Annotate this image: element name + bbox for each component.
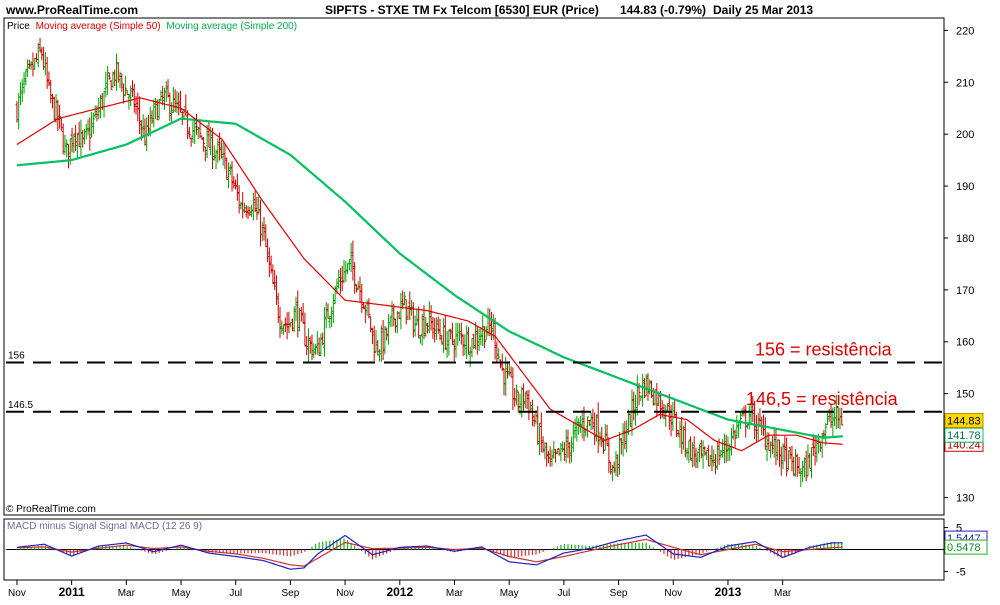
y-tick-label: 160 [956,337,974,349]
y-tick-label: 180 [956,233,974,245]
resistance-line-label: 146.5 [8,400,33,411]
y-tick-label: 150 [956,389,974,401]
last-price-change: 144.83 (-0.79%) [620,3,706,17]
legend-ma200: Moving average (Simple 200) [166,21,297,32]
x-tick-label: 2011 [59,585,85,599]
legend-price: Price [7,21,30,32]
signal-value-badge: 0.5478 [947,542,981,554]
chart-title: SIPFTS - STXE TM Fx Telcom [6530] EUR (P… [325,3,599,17]
x-tick-label: 2012 [386,585,413,599]
legend: Price Moving average (Simple 50) Moving … [7,21,297,32]
x-tick-label: Jul [229,588,242,599]
legend-ma50: Moving average (Simple 50) [36,21,161,32]
x-axis: Nov 2011 Mar May Jul Sep Nov 2012 Mar May Jul Sep No… [8,580,792,599]
x-tick-label: Jul [557,588,570,599]
copyright: © ProRealTime.com [6,504,96,515]
x-tick-label: Nov [8,588,26,599]
y-tick-label: 210 [956,77,974,89]
x-tick-label: Sep [610,588,628,599]
macd-y-tick-label: -5 [956,566,966,578]
y-tick-label: 220 [956,25,974,37]
last-price-badge: 144.83 [947,415,981,427]
resistance-annotation: 156 = resistência [755,340,893,360]
x-tick-label: Mar [774,588,792,599]
site-url[interactable]: www.ProRealTime.com [5,3,138,17]
y-tick-label: 130 [956,492,974,504]
x-tick-label: Mar [118,588,136,599]
x-tick-label: Nov [664,588,682,599]
chart-period: Daily 25 Mar 2013 [713,3,813,17]
price-chart: www.ProRealTime.com SIPFTS - STXE TM Fx … [3,3,988,599]
x-tick-label: May [500,588,519,599]
x-tick-label: May [172,588,191,599]
y-tick-label: 190 [956,181,974,193]
y-tick-label: 170 [956,285,974,297]
x-tick-label: 2013 [715,585,742,599]
macd-label: MACD minus Signal Signal MACD (12 26 9) [7,521,202,532]
y-tick-label: 200 [956,129,974,141]
x-tick-label: Sep [282,588,300,599]
ma200-value-badge: 141.78 [947,430,981,442]
x-tick-label: Nov [336,588,354,599]
value-badges: 140.24141.78144.83 [944,412,984,452]
resistance-line-label: 156 [8,351,25,362]
resistance-annotation: 146,5 = resistência [746,389,899,409]
x-tick-label: Mar [446,588,464,599]
chart-window: www.ProRealTime.com SIPFTS - STXE TM Fx … [0,0,1000,600]
main-panel [3,17,945,516]
